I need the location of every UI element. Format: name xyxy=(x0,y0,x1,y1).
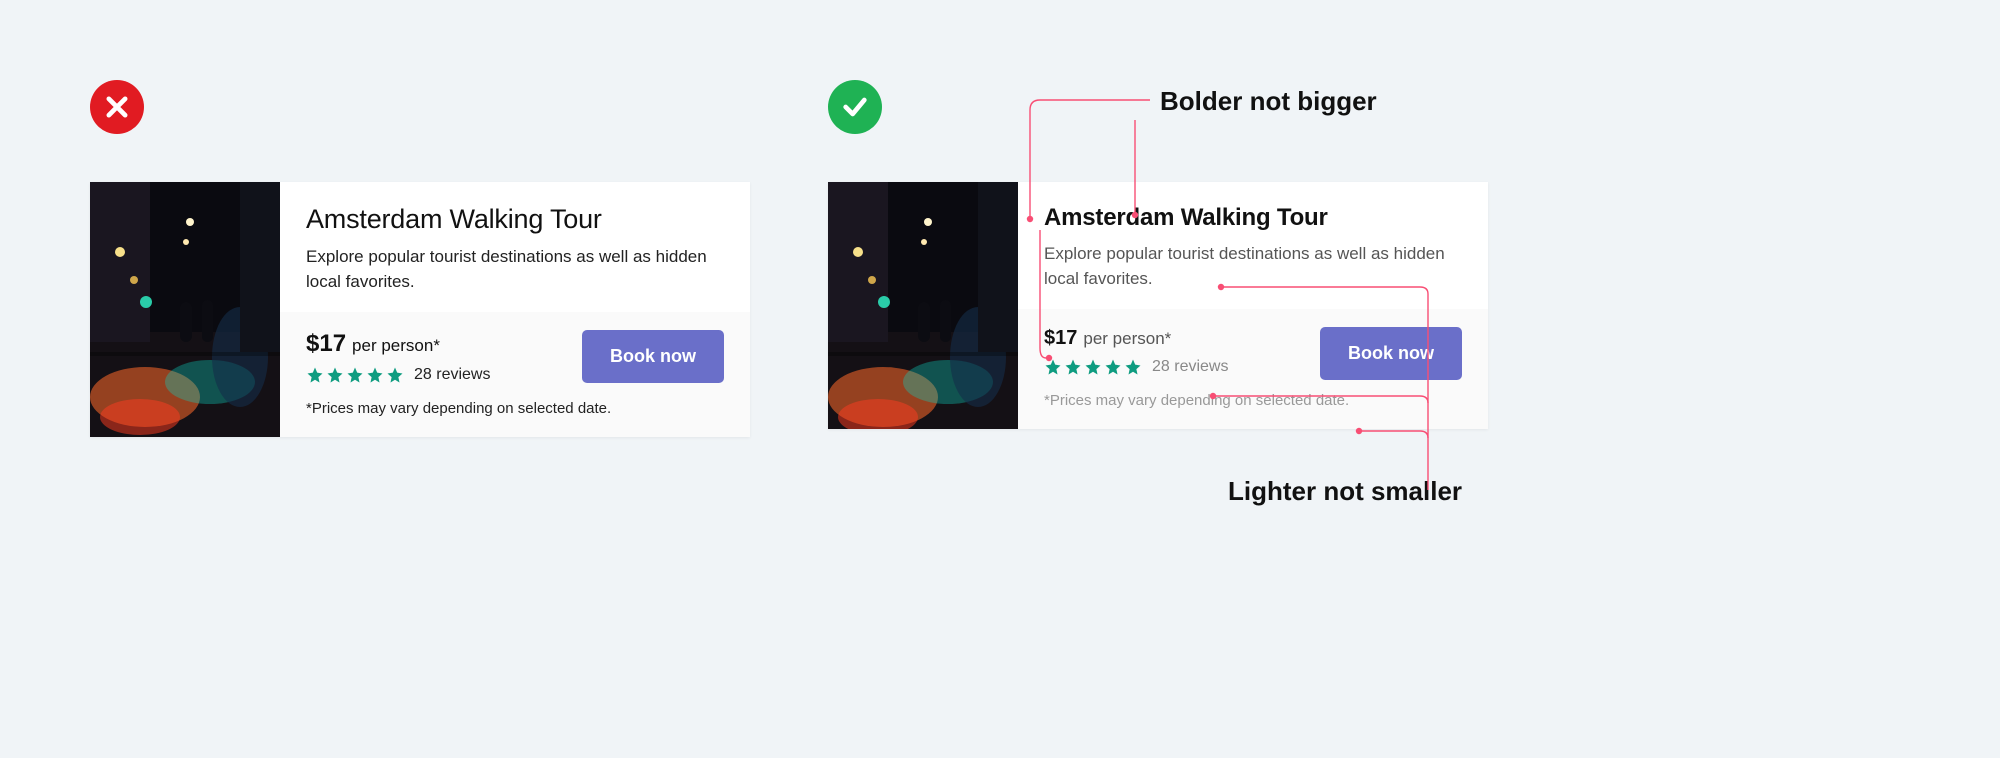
card-body: Amsterdam Walking Tour Explore popular t… xyxy=(280,182,750,437)
example-bad: Amsterdam Walking Tour Explore popular t… xyxy=(90,80,750,437)
price-amount: $17 xyxy=(1044,327,1077,350)
price-amount: $17 xyxy=(306,330,346,358)
check-icon xyxy=(841,93,869,121)
book-now-button[interactable]: Book now xyxy=(1320,327,1462,380)
cross-badge xyxy=(90,80,144,134)
book-now-button[interactable]: Book now xyxy=(582,330,724,383)
star-icon xyxy=(1044,358,1062,376)
price-line: $17 per person* xyxy=(306,330,490,358)
star-icon xyxy=(1104,358,1122,376)
price-unit: per person* xyxy=(1083,329,1171,349)
price-disclaimer: *Prices may vary depending on selected d… xyxy=(1044,392,1462,409)
tour-title: Amsterdam Walking Tour xyxy=(1044,204,1462,232)
star-rating xyxy=(1044,358,1142,376)
price-line: $17 per person* xyxy=(1044,327,1228,350)
annotation-lighter: Lighter not smaller xyxy=(1228,476,1462,507)
annotation-bolder: Bolder not bigger xyxy=(1160,86,1377,117)
reviews-count: 28 reviews xyxy=(414,366,490,384)
tour-card-good: Amsterdam Walking Tour Explore popular t… xyxy=(828,182,1488,429)
card-body: Amsterdam Walking Tour Explore popular t… xyxy=(1018,182,1488,429)
star-icon xyxy=(306,366,324,384)
example-good: Amsterdam Walking Tour Explore popular t… xyxy=(828,80,1488,429)
reviews-count: 28 reviews xyxy=(1152,358,1228,376)
star-icon xyxy=(366,366,384,384)
price-unit: per person* xyxy=(352,336,440,356)
tour-title: Amsterdam Walking Tour xyxy=(306,204,724,235)
star-rating xyxy=(306,366,404,384)
star-icon xyxy=(1124,358,1142,376)
star-icon xyxy=(326,366,344,384)
cross-icon xyxy=(103,93,131,121)
star-icon xyxy=(1084,358,1102,376)
tour-description: Explore popular tourist destinations as … xyxy=(1044,242,1462,291)
tour-thumbnail xyxy=(90,182,280,437)
check-badge xyxy=(828,80,882,134)
star-icon xyxy=(1064,358,1082,376)
tour-thumbnail xyxy=(828,182,1018,429)
star-icon xyxy=(346,366,364,384)
star-icon xyxy=(386,366,404,384)
tour-card-bad: Amsterdam Walking Tour Explore popular t… xyxy=(90,182,750,437)
tour-description: Explore popular tourist destinations as … xyxy=(306,245,724,294)
price-disclaimer: *Prices may vary depending on selected d… xyxy=(306,400,724,417)
